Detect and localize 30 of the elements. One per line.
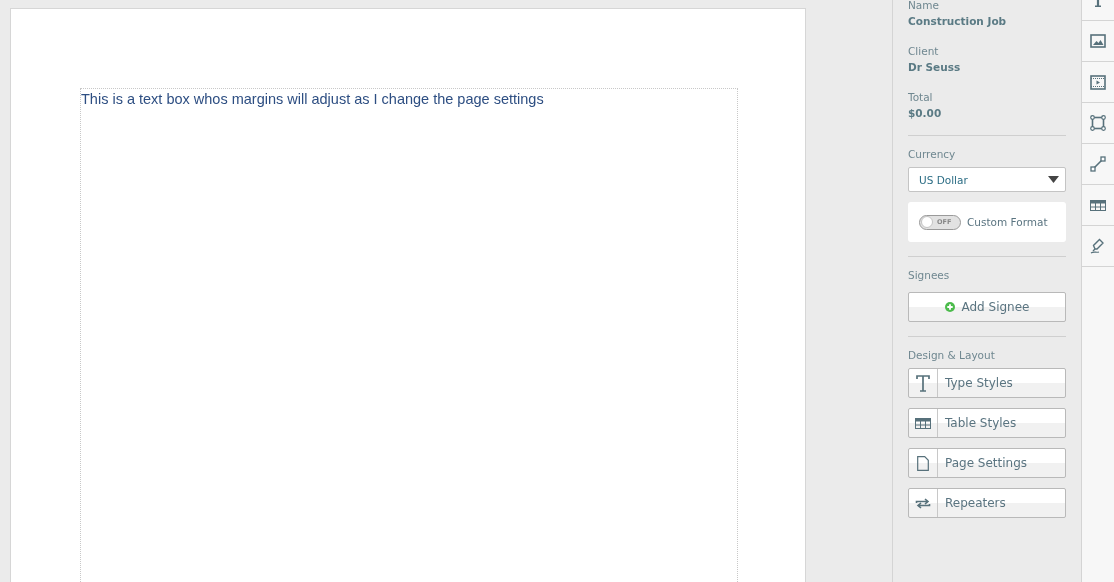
design-button[interactable]: Type Styles (908, 368, 1066, 398)
page-icon (917, 455, 929, 471)
table-icon (915, 417, 931, 429)
type-icon (916, 374, 930, 392)
plus-icon (944, 302, 955, 312)
currency-select[interactable]: US Dollar (908, 167, 1066, 192)
image-icon[interactable] (1090, 34, 1106, 48)
field-label: Total (908, 90, 934, 105)
line-icon[interactable] (1090, 156, 1106, 172)
design-button[interactable]: Page Settings (908, 448, 1066, 478)
shape-icon[interactable] (1090, 115, 1106, 131)
field-value: Construction Job (908, 14, 1008, 29)
design-button[interactable]: Table Styles (908, 408, 1066, 438)
pen-icon[interactable] (1090, 238, 1106, 254)
text-box[interactable]: This is a text box whos margins will adjust as I change the page settings (80, 88, 738, 582)
caret-icon (1048, 176, 1059, 183)
design-button[interactable]: Repeaters (908, 488, 1066, 518)
field-value: $0.00 (908, 106, 943, 121)
table-icon[interactable] (1090, 199, 1106, 211)
field-label: Client (908, 44, 940, 59)
currency-label: Currency (908, 147, 957, 162)
toggle-label: Custom Format (967, 216, 1048, 228)
field-value: Dr Seuss (908, 60, 962, 75)
section-label: Design & Layout (908, 348, 996, 363)
repeat-icon (915, 496, 931, 510)
field-label: Name (908, 0, 940, 13)
section-label: Signees (908, 268, 951, 283)
text-box-text: This is a text box whos margins will adjust as I change the page settings (81, 91, 544, 107)
add-signee-button[interactable]: Add Signee (908, 292, 1066, 322)
video-icon[interactable] (1090, 74, 1106, 90)
